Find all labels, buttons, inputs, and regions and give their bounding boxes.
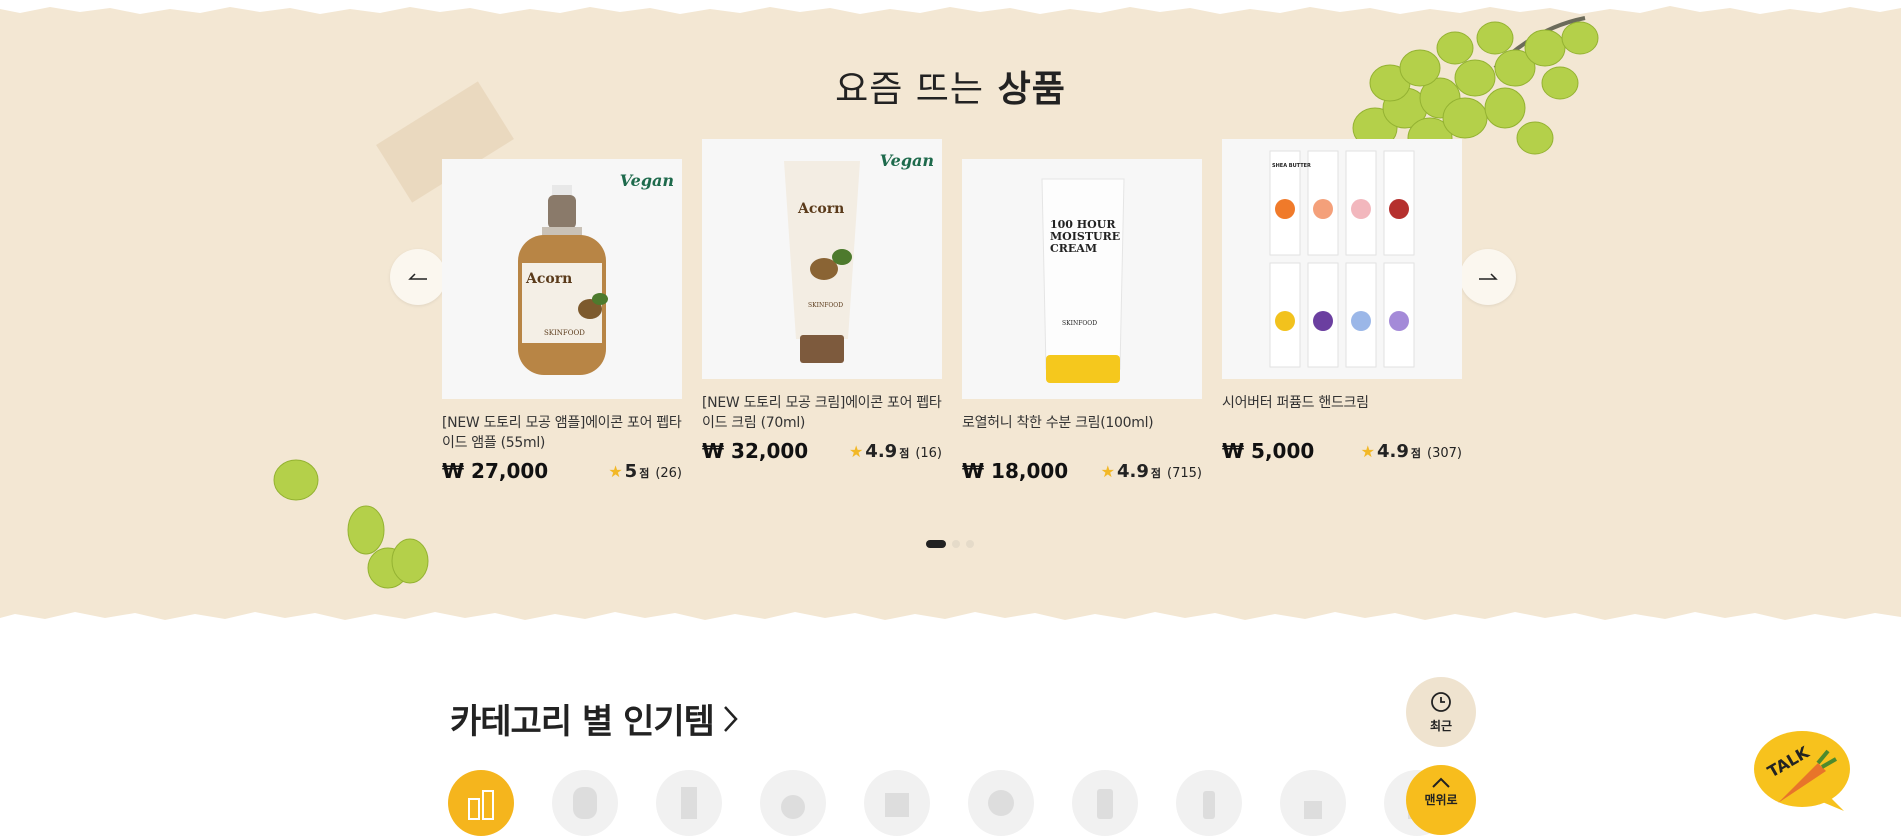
torn-paper-top-edge	[0, 0, 1901, 14]
category-item-skincare[interactable]	[656, 770, 722, 836]
product-image[interactable]: 100 HOUR MOISTURE CREAM SKINFOOD	[962, 159, 1202, 399]
head-icon	[988, 790, 1014, 816]
product-price: ₩ 5,000	[1222, 439, 1315, 463]
product-name[interactable]: 로열허니 착한 수분 크림(100ml)	[962, 413, 1202, 453]
pump-bottle-icon	[781, 795, 805, 819]
section-title: 요즘 뜨는 상품	[0, 60, 1901, 112]
scroll-top-button[interactable]: 맨위로	[1406, 765, 1476, 835]
face-mask-icon	[573, 787, 597, 819]
svg-text:Acorn: Acorn	[797, 201, 844, 217]
product-name[interactable]: [NEW 도토리 모공 크림]에이콘 포어 펩타이드 크림 (70ml)	[702, 393, 942, 433]
star-icon: ★	[1360, 441, 1376, 461]
rating-score: 4.9	[865, 440, 898, 462]
star-icon: ★	[1100, 461, 1116, 481]
product-rating: ★ 5 점 (26)	[608, 461, 682, 482]
vegan-badge: Vegan	[879, 151, 934, 170]
product-rating: ★ 4.9 점 (307)	[1361, 441, 1462, 462]
chevron-up-icon	[1432, 777, 1450, 788]
arrow-right-icon	[1479, 273, 1498, 280]
torn-paper-bottom-edge	[0, 612, 1901, 628]
category-item-makeup[interactable]	[1072, 770, 1138, 836]
pagination-dot-3[interactable]	[966, 540, 974, 548]
rating-unit: 점	[1150, 466, 1162, 480]
star-icon: ★	[848, 441, 864, 461]
rating-score: 4.9	[1377, 440, 1409, 462]
review-count: (16)	[915, 445, 942, 461]
rating-unit: 점	[1410, 446, 1422, 460]
pagination-dot-2[interactable]	[952, 540, 960, 548]
bottle-icon	[1097, 789, 1113, 819]
product-name[interactable]: 시어버터 퍼퓸드 핸드크림	[1222, 393, 1462, 433]
trending-products-section: 요즘 뜨는 상품 Vegan Acorn SKINFOOD [NEW 도토리 모…	[0, 0, 1901, 628]
chevron-right-icon	[724, 705, 738, 732]
recent-viewed-button[interactable]: 최근	[1406, 677, 1476, 747]
tube-icon	[681, 787, 697, 819]
pagination-dot-1[interactable]	[926, 540, 946, 548]
jar-icon	[885, 793, 909, 817]
star-icon: ★	[608, 461, 623, 481]
category-item-lotion[interactable]	[1176, 770, 1242, 836]
product-card[interactable]: SHEA BUTTER 시어버터 퍼퓸드 핸드크림 ₩ 5,000 ★ 4.9 …	[1222, 139, 1462, 463]
vegan-badge: Vegan	[619, 171, 674, 190]
section-title-bold: 상품	[997, 69, 1066, 110]
category-item-mask[interactable]	[552, 770, 618, 836]
rating-unit: 점	[639, 466, 650, 480]
review-count: (26)	[655, 465, 682, 481]
bottles-icon	[468, 790, 494, 820]
ampoule-bottle-image: Acorn SKINFOOD	[518, 185, 608, 375]
category-item-cleansing[interactable]	[864, 770, 930, 836]
product-card[interactable]: Vegan Acorn SKINFOOD [NEW 도토리 모공 크림]에이콘 …	[702, 139, 942, 463]
rating-score: 4.9	[1117, 460, 1149, 482]
product-price: ₩ 27,000	[442, 459, 549, 483]
product-rating: ★ 4.9 점 (16)	[849, 441, 942, 462]
section-title-light: 요즘 뜨는	[835, 69, 985, 110]
grapes-small-illustration	[273, 459, 429, 589]
clock-icon	[1431, 691, 1451, 712]
product-card[interactable]: 100 HOUR MOISTURE CREAM SKINFOOD 로열허니 착한…	[962, 159, 1202, 483]
category-item-hair[interactable]	[968, 770, 1034, 836]
svg-text:Acorn: Acorn	[525, 271, 572, 287]
category-list	[448, 770, 1450, 836]
perfume-icon	[1304, 801, 1322, 819]
category-item-body[interactable]	[760, 770, 826, 836]
product-rating: ★ 4.9 점 (715)	[1101, 461, 1202, 482]
category-title-text: 카테고리 별 인기템	[450, 702, 715, 742]
svg-text:SHEA BUTTER: SHEA BUTTER	[1272, 163, 1311, 169]
hand-cream-set-image: SHEA BUTTER	[1269, 150, 1415, 368]
carousel-next-button[interactable]	[1460, 249, 1516, 305]
cream-tube-image: Acorn SKINFOOD	[784, 161, 860, 363]
product-image[interactable]: SHEA BUTTER	[1222, 139, 1462, 379]
rating-score: 5	[624, 460, 638, 482]
review-count: (307)	[1427, 445, 1462, 461]
carousel-prev-button[interactable]	[390, 249, 446, 305]
rating-unit: 점	[899, 446, 910, 460]
svg-text:SKINFOOD: SKINFOOD	[544, 329, 585, 337]
recent-label: 최근	[1429, 718, 1453, 733]
category-item-fragrance[interactable]	[1280, 770, 1346, 836]
moisture-cream-tube-image: 100 HOUR MOISTURE CREAM SKINFOOD	[1041, 178, 1125, 383]
product-card[interactable]: Vegan Acorn SKINFOOD [NEW 도토리 모공 앰플]에이콘 …	[442, 159, 682, 483]
product-price: ₩ 18,000	[962, 459, 1069, 483]
category-item-all[interactable]	[448, 770, 514, 836]
talk-chat-button[interactable]: TALK	[1748, 725, 1856, 815]
svg-text:SKINFOOD: SKINFOOD	[808, 302, 843, 309]
product-image[interactable]: Vegan Acorn SKINFOOD	[702, 139, 942, 379]
top-label: 맨위로	[1424, 793, 1458, 807]
review-count: (715)	[1167, 465, 1202, 481]
product-image[interactable]: Vegan Acorn SKINFOOD	[442, 159, 682, 399]
arrow-left-icon	[408, 273, 427, 280]
product-price: ₩ 32,000	[702, 439, 809, 463]
lotion-icon	[1203, 791, 1215, 819]
category-title[interactable]: 카테고리 별 인기템	[450, 694, 740, 743]
product-name[interactable]: [NEW 도토리 모공 앰플]에이콘 포어 펩타이드 앰플 (55ml)	[442, 413, 682, 453]
svg-text:SKINFOOD: SKINFOOD	[1062, 320, 1097, 327]
carousel-pagination	[926, 540, 974, 548]
